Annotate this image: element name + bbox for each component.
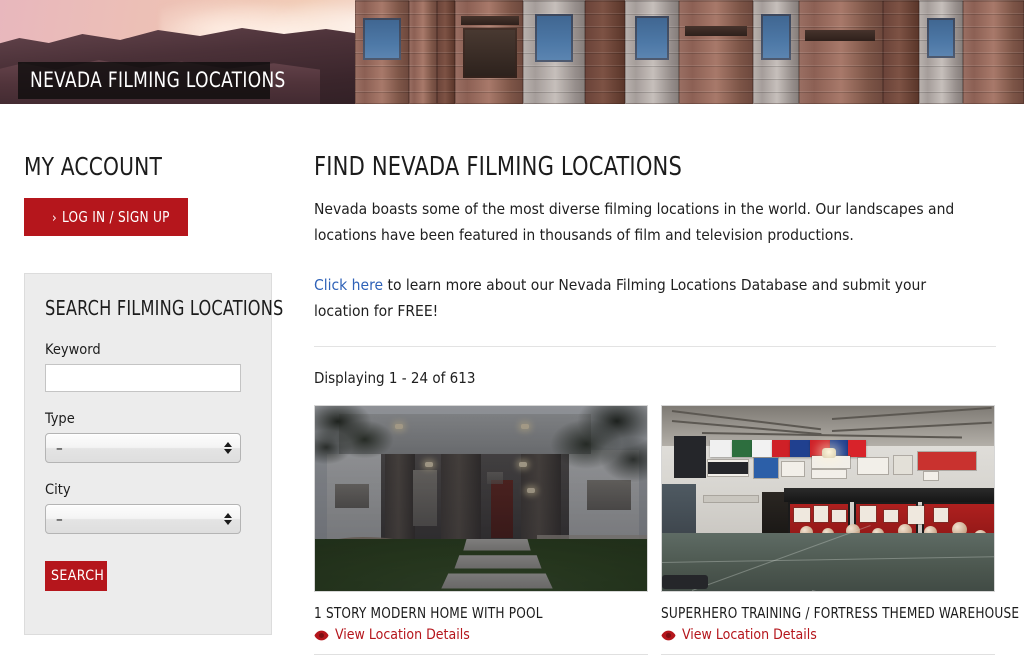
search-panel-heading: SEARCH FILMING LOCATIONS — [45, 296, 284, 320]
type-select-wrapper[interactable]: – — [45, 433, 241, 463]
login-signup-button[interactable]: › LOG IN / SIGN UP — [24, 198, 188, 236]
location-card-grid: 1 STORY MODERN HOME WITH POOL View Locat… — [314, 405, 1020, 655]
view-location-details-label: View Location Details — [335, 627, 470, 643]
location-thumbnail-modern-home[interactable] — [314, 405, 648, 592]
type-select[interactable]: – — [45, 433, 241, 463]
cta-paragraph: Click here to learn more about our Nevad… — [314, 272, 982, 324]
city-select-value: – — [56, 510, 63, 528]
hero-banner: NEVADA FILMING LOCATIONS — [0, 0, 1024, 104]
card-divider — [661, 654, 995, 655]
card-divider — [314, 654, 648, 655]
page-root: NEVADA FILMING LOCATIONS MY ACCOUNT › LOG… — [0, 0, 1024, 672]
keyword-label: Keyword — [45, 342, 101, 358]
click-here-link[interactable]: Click here — [314, 276, 383, 294]
city-label: City — [45, 482, 71, 498]
login-signup-label: LOG IN / SIGN UP — [61, 208, 170, 226]
section-divider — [314, 346, 996, 347]
hero-stone-ruins — [355, 0, 1024, 104]
location-card-title: SUPERHERO TRAINING / FORTRESS THEMED WAR… — [661, 604, 1020, 622]
view-location-details-link[interactable]: View Location Details — [661, 627, 995, 643]
search-filming-locations-panel: SEARCH FILMING LOCATIONS Keyword Type – … — [24, 273, 284, 635]
select-stepper-icon — [224, 442, 232, 454]
type-select-value: – — [56, 439, 63, 457]
view-location-details-label: View Location Details — [682, 627, 817, 643]
eye-icon — [314, 630, 329, 640]
location-card[interactable]: 1 STORY MODERN HOME WITH POOL View Locat… — [314, 405, 648, 655]
chevron-right-icon: › — [52, 211, 57, 226]
location-card[interactable]: SUPERHERO TRAINING / FORTRESS THEMED WAR… — [661, 405, 1020, 655]
page-title: NEVADA FILMING LOCATIONS — [30, 68, 286, 92]
city-select-wrapper[interactable]: – — [45, 504, 241, 534]
search-button[interactable]: SEARCH — [45, 561, 107, 591]
location-thumbnail-warehouse[interactable] — [661, 405, 995, 592]
results-count: Displaying 1 - 24 of 613 — [314, 369, 476, 387]
main-heading: FIND NEVADA FILMING LOCATIONS — [314, 152, 683, 182]
keyword-input[interactable] — [45, 364, 241, 392]
type-label: Type — [45, 411, 75, 427]
eye-icon — [661, 630, 676, 640]
cta-rest-text: to learn more about our Nevada Filming L… — [314, 276, 927, 320]
intro-paragraph: Nevada boasts some of the most diverse f… — [314, 200, 955, 244]
view-location-details-link[interactable]: View Location Details — [314, 627, 648, 643]
my-account-heading: MY ACCOUNT — [24, 152, 163, 181]
main-content: FIND NEVADA FILMING LOCATIONS Nevada boa… — [314, 152, 1020, 655]
select-stepper-icon — [224, 513, 232, 525]
sidebar: MY ACCOUNT › LOG IN / SIGN UP SEARCH FILM… — [24, 152, 284, 635]
city-select[interactable]: – — [45, 504, 241, 534]
location-card-title: 1 STORY MODERN HOME WITH POOL — [314, 604, 543, 622]
